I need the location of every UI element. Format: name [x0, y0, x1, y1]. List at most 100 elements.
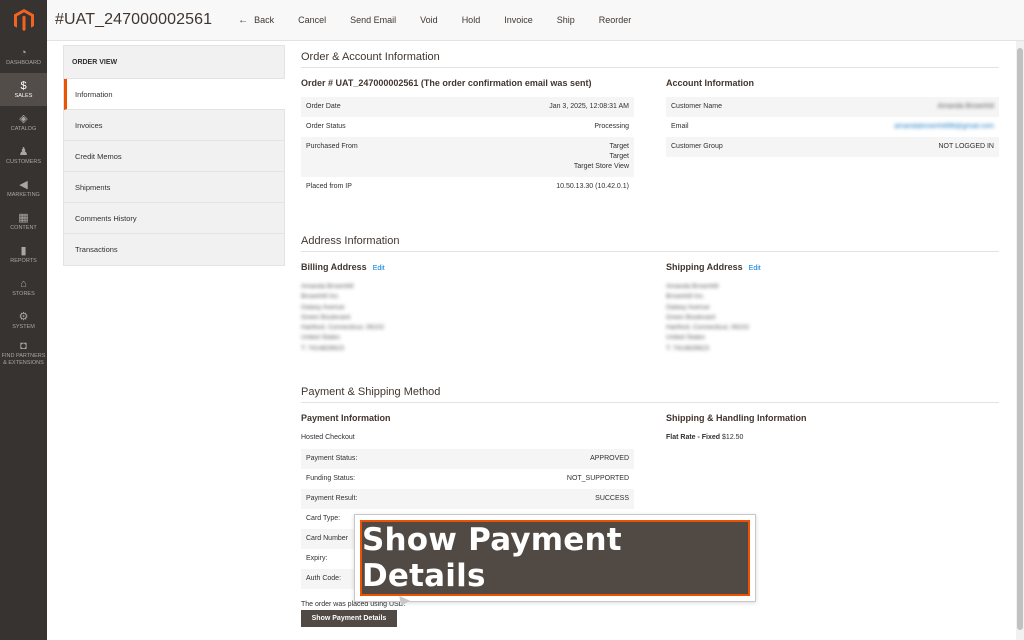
cancel-button[interactable]: Cancel: [286, 15, 338, 25]
admin-sidebar: ◔ DASHBOARD $ SALES ◈ CATALOG ♟ CUSTOMERS ◀ MARKE…: [0, 0, 47, 640]
dollar-icon: $: [20, 79, 27, 92]
order-date-value: Jan 3, 2025, 12:08:31 AM: [436, 97, 634, 117]
invoice-button[interactable]: Invoice: [492, 15, 545, 25]
table-row: Payment Status: APPROVED: [301, 449, 634, 469]
shipping-line: T: 7414826623: [666, 344, 710, 352]
tab-credit-memos[interactable]: Credit Memos: [64, 141, 284, 172]
sidebar-item-marketing[interactable]: ◀ MARKETING: [0, 172, 47, 205]
sidebar-item-label: CONTENT: [10, 224, 37, 231]
table-row: Payment Result: SUCCESS: [301, 489, 634, 509]
sidebar-item-system[interactable]: ⚙ SYSTEM: [0, 304, 47, 337]
shipping-line: Galaxy Avenue: [666, 303, 710, 311]
purchased-from-label: Purchased From: [301, 137, 437, 177]
customer-name-cell: Amanda Brownhill: [785, 97, 999, 117]
tab-shipments[interactable]: Shipments: [64, 172, 284, 203]
back-label: Back: [254, 15, 275, 25]
sidebar-item-stores[interactable]: ⌂ STORES: [0, 271, 47, 304]
arrow-left-icon: ←: [238, 14, 249, 26]
shipping-line: Amanda Brownhill: [666, 283, 719, 290]
tab-transactions[interactable]: Transactions: [64, 234, 284, 265]
shipping-address-title: Shipping Address: [666, 262, 743, 272]
payment-info-heading: Payment Information: [301, 413, 391, 423]
account-info-heading: Account Information: [666, 78, 754, 88]
void-button[interactable]: Void: [408, 15, 450, 25]
tab-comments-history[interactable]: Comments History: [64, 203, 284, 234]
funding-status-label: Funding Status:: [306, 475, 356, 482]
tab-information[interactable]: Information: [64, 79, 285, 110]
callout-panel: Show Payment Details: [360, 520, 750, 596]
billing-line: Green Boulevard: [301, 313, 351, 321]
shipping-method-line: Flat Rate - Fixed $12.50: [666, 434, 743, 441]
shipping-price: $12.50: [722, 434, 744, 441]
shipping-handling-heading: Shipping & Handling Information: [666, 413, 807, 423]
table-row: Customer Group NOT LOGGED IN: [666, 137, 999, 157]
billing-address-title: Billing Address: [301, 262, 367, 272]
payment-method-name: Hosted Checkout: [301, 434, 355, 441]
order-view-tabs: ORDER VIEW Information Invoices Credit M…: [63, 45, 285, 266]
ship-button[interactable]: Ship: [545, 15, 587, 25]
page-header: #UAT_247000002561 ← Back Cancel Send Emai…: [47, 0, 1024, 41]
sidebar-item-label: FIND PARTNERS & EXTENSIONS: [1, 353, 46, 366]
table-row: Purchased From Target Target Target Stor…: [301, 137, 634, 177]
sidebar-item-sales[interactable]: $ SALES: [0, 73, 47, 106]
currency-note: The order was placed using USD.: [301, 601, 406, 608]
scrollbar-thumb[interactable]: [1017, 48, 1023, 630]
sidebar-item-label: CUSTOMERS: [5, 158, 42, 165]
table-row: Placed from IP 10.50.13.30 (10.42.0.1): [301, 177, 634, 197]
billing-line: Hartford, Connecticut, 06102: [301, 324, 385, 332]
sidebar-item-label: REPORTS: [10, 257, 37, 264]
billing-line: United States: [301, 334, 341, 342]
shipping-address-block: Amanda Brownhill Brownhill Inc. Galaxy A…: [666, 282, 749, 354]
edit-shipping-address-link[interactable]: Edit: [749, 265, 761, 272]
payment-status-label: Payment Status:: [301, 449, 455, 469]
shipping-line: Hartford, Connecticut, 06102: [666, 324, 750, 332]
order-status-value: Processing: [594, 123, 629, 130]
order-status-label: Order Status: [306, 123, 346, 130]
table-row: Customer Name Amanda Brownhill: [666, 97, 999, 117]
megaphone-icon: ◀: [19, 178, 28, 191]
magento-logo[interactable]: [0, 0, 47, 40]
sidebar-item-label: STORES: [12, 290, 35, 297]
speedometer-icon: ◔: [20, 46, 27, 59]
sidebar-item-customers[interactable]: ♟ CUSTOMERS: [0, 139, 47, 172]
show-payment-details-button[interactable]: Show Payment Details: [301, 610, 397, 627]
sidebar-item-catalog[interactable]: ◈ CATALOG: [0, 106, 47, 139]
funding-status-value: NOT_SUPPORTED: [566, 475, 629, 482]
sidebar-item-label: SALES: [14, 92, 33, 99]
hold-button[interactable]: Hold: [450, 15, 493, 25]
edit-billing-address-link[interactable]: Edit: [373, 265, 385, 272]
back-button[interactable]: ← Back: [226, 15, 286, 26]
billing-line: T: 7414826623: [301, 344, 345, 352]
tutorial-callout: Show Payment Details: [354, 514, 756, 602]
order-view-heading: ORDER VIEW: [64, 46, 284, 79]
billing-line: Brownhill Inc.: [301, 293, 340, 301]
sidebar-item-label: DASHBOARD: [6, 59, 41, 66]
placed-from-ip-value: 10.50.13.30 (10.42.0.1): [556, 183, 629, 190]
sidebar-item-reports[interactable]: ▮ REPORTS: [0, 238, 47, 271]
tab-invoices[interactable]: Invoices: [64, 110, 284, 141]
store-view-name: Target Store View: [573, 163, 629, 170]
reorder-button[interactable]: Reorder: [587, 15, 644, 25]
customer-name-value: Amanda Brownhill: [937, 103, 994, 110]
table-row: Order Status Processing: [301, 117, 634, 137]
shipping-line: United States: [666, 334, 706, 342]
billing-address-heading: Billing Address Edit: [301, 262, 385, 272]
magento-logo-icon: [13, 9, 34, 31]
address-section-title: Address Information: [301, 235, 400, 247]
payment-status-value: APPROVED: [454, 449, 634, 469]
shipping-line: Green Boulevard: [666, 313, 716, 321]
billing-line: Galaxy Avenue: [301, 303, 345, 311]
send-email-button[interactable]: Send Email: [338, 15, 408, 25]
customer-email-link[interactable]: amandabrownhill98@gmail.com: [894, 123, 994, 130]
shipping-method-name: Flat Rate - Fixed: [666, 434, 721, 441]
order-date-label: Order Date: [301, 97, 437, 117]
sidebar-item-label: CATALOG: [10, 125, 37, 132]
table-row: Order Date Jan 3, 2025, 12:08:31 AM: [301, 97, 634, 117]
sidebar-item-dashboard[interactable]: ◔ DASHBOARD: [0, 40, 47, 73]
payment-result-value: SUCCESS: [454, 489, 634, 509]
sidebar-item-find[interactable]: ◘ FIND PARTNERS & EXTENSIONS: [0, 337, 47, 370]
sidebar-item-content[interactable]: ▦ CONTENT: [0, 205, 47, 238]
callout-text: Show Payment Details: [362, 522, 622, 594]
placed-from-ip-label: Placed from IP: [306, 183, 352, 190]
purchased-from-value: Target Target Target Store View: [436, 137, 634, 177]
